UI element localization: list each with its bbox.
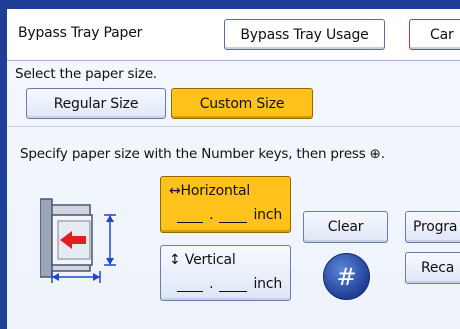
cancel-button[interactable]: Car	[409, 19, 460, 50]
horizontal-size-button[interactable]: ↔Horizontal . inch	[160, 176, 291, 233]
horizontal-decimal-point: .	[209, 207, 214, 223]
instruction-text: Specify paper size with the Number keys,…	[20, 146, 385, 162]
program-button[interactable]: Progra	[405, 211, 460, 243]
vertical-label: ↕ Vertical	[169, 252, 236, 268]
window-frame-left	[0, 0, 7, 329]
clear-button[interactable]: Clear	[303, 211, 388, 243]
horizontal-fraction-blank	[219, 208, 248, 223]
vertical-fraction-blank	[219, 277, 248, 292]
regular-size-button[interactable]: Regular Size	[26, 88, 166, 119]
section-divider	[7, 126, 460, 127]
paper-size-prompt: Select the paper size.	[15, 66, 158, 82]
bypass-tray-usage-button[interactable]: Bypass Tray Usage	[224, 19, 385, 50]
vertical-unit: inch	[253, 276, 282, 292]
horizontal-integer-blank	[177, 208, 204, 223]
horizontal-label: ↔Horizontal	[169, 183, 251, 199]
vertical-size-button[interactable]: ↕ Vertical . inch	[160, 245, 291, 301]
vertical-integer-blank	[177, 277, 204, 292]
horizontal-value: . inch	[169, 207, 282, 223]
recall-button[interactable]: Reca	[405, 252, 460, 284]
screen-title: Bypass Tray Paper	[18, 25, 143, 41]
vertical-decimal-point: .	[209, 276, 214, 292]
bypass-tray-icon	[40, 198, 116, 283]
horizontal-unit: inch	[253, 207, 282, 223]
custom-size-button[interactable]: Custom Size	[171, 88, 313, 119]
hash-key-icon[interactable]: #	[323, 253, 370, 300]
vertical-value: . inch	[169, 276, 282, 292]
window-frame-top	[0, 0, 460, 9]
